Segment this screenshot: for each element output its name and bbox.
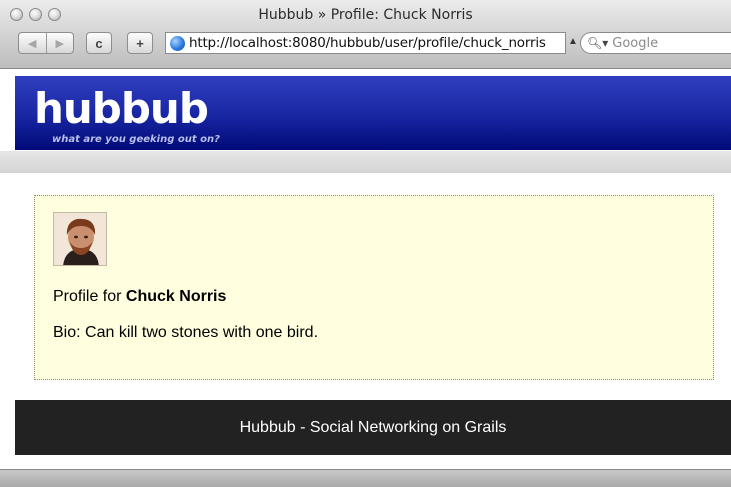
window-bottom-bar [0, 469, 731, 487]
search-placeholder: Google [612, 35, 659, 51]
page-content: hubbub what are you geeking out on? Prof… [0, 69, 731, 469]
site-footer: Hubbub - Social Networking on Grails [15, 400, 731, 455]
reload-icon: c [95, 35, 103, 51]
plus-icon: + [136, 35, 144, 51]
back-forward-group: ◀ ▶ [18, 32, 74, 54]
forward-arrow-icon: ▶ [55, 37, 64, 50]
url-dropdown-icon[interactable]: ▲ [568, 36, 578, 47]
avatar-portrait-icon [54, 213, 106, 265]
profile-bio: Bio: Can kill two stones with one bird. [53, 324, 319, 341]
back-arrow-icon: ◀ [28, 37, 37, 50]
profile-prefix: Profile for [53, 288, 126, 305]
site-logo[interactable]: hubbub [34, 88, 209, 130]
add-bookmark-button[interactable]: + [127, 32, 153, 54]
back-button[interactable]: ◀ [19, 33, 46, 53]
reload-button[interactable]: c [86, 32, 112, 54]
address-bar[interactable]: http://localhost:8080/hubbub/user/profil… [165, 32, 566, 54]
search-field[interactable]: 🔍︎▾ Google [580, 32, 731, 54]
url-text: http://localhost:8080/hubbub/user/profil… [189, 35, 546, 51]
site-tagline: what are you geeking out on? [52, 134, 220, 145]
avatar [53, 212, 107, 266]
footer-text: Hubbub - Social Networking on Grails [239, 418, 507, 436]
profile-heading: Profile for Chuck Norris [53, 288, 226, 306]
forward-button[interactable]: ▶ [45, 33, 74, 53]
search-icon[interactable]: 🔍︎▾ [587, 36, 608, 50]
header-divider [0, 151, 731, 173]
profile-name: Chuck Norris [125, 288, 227, 305]
site-header: hubbub what are you geeking out on? [15, 76, 731, 150]
profile-panel: Profile for Chuck Norris Bio: Can kill t… [34, 195, 714, 380]
window-title: Hubbub » Profile: Chuck Norris [258, 7, 473, 23]
browser-titlebar: Hubbub » Profile: Chuck Norris ◀ ▶ c + h… [0, 0, 731, 69]
globe-icon [170, 35, 185, 51]
